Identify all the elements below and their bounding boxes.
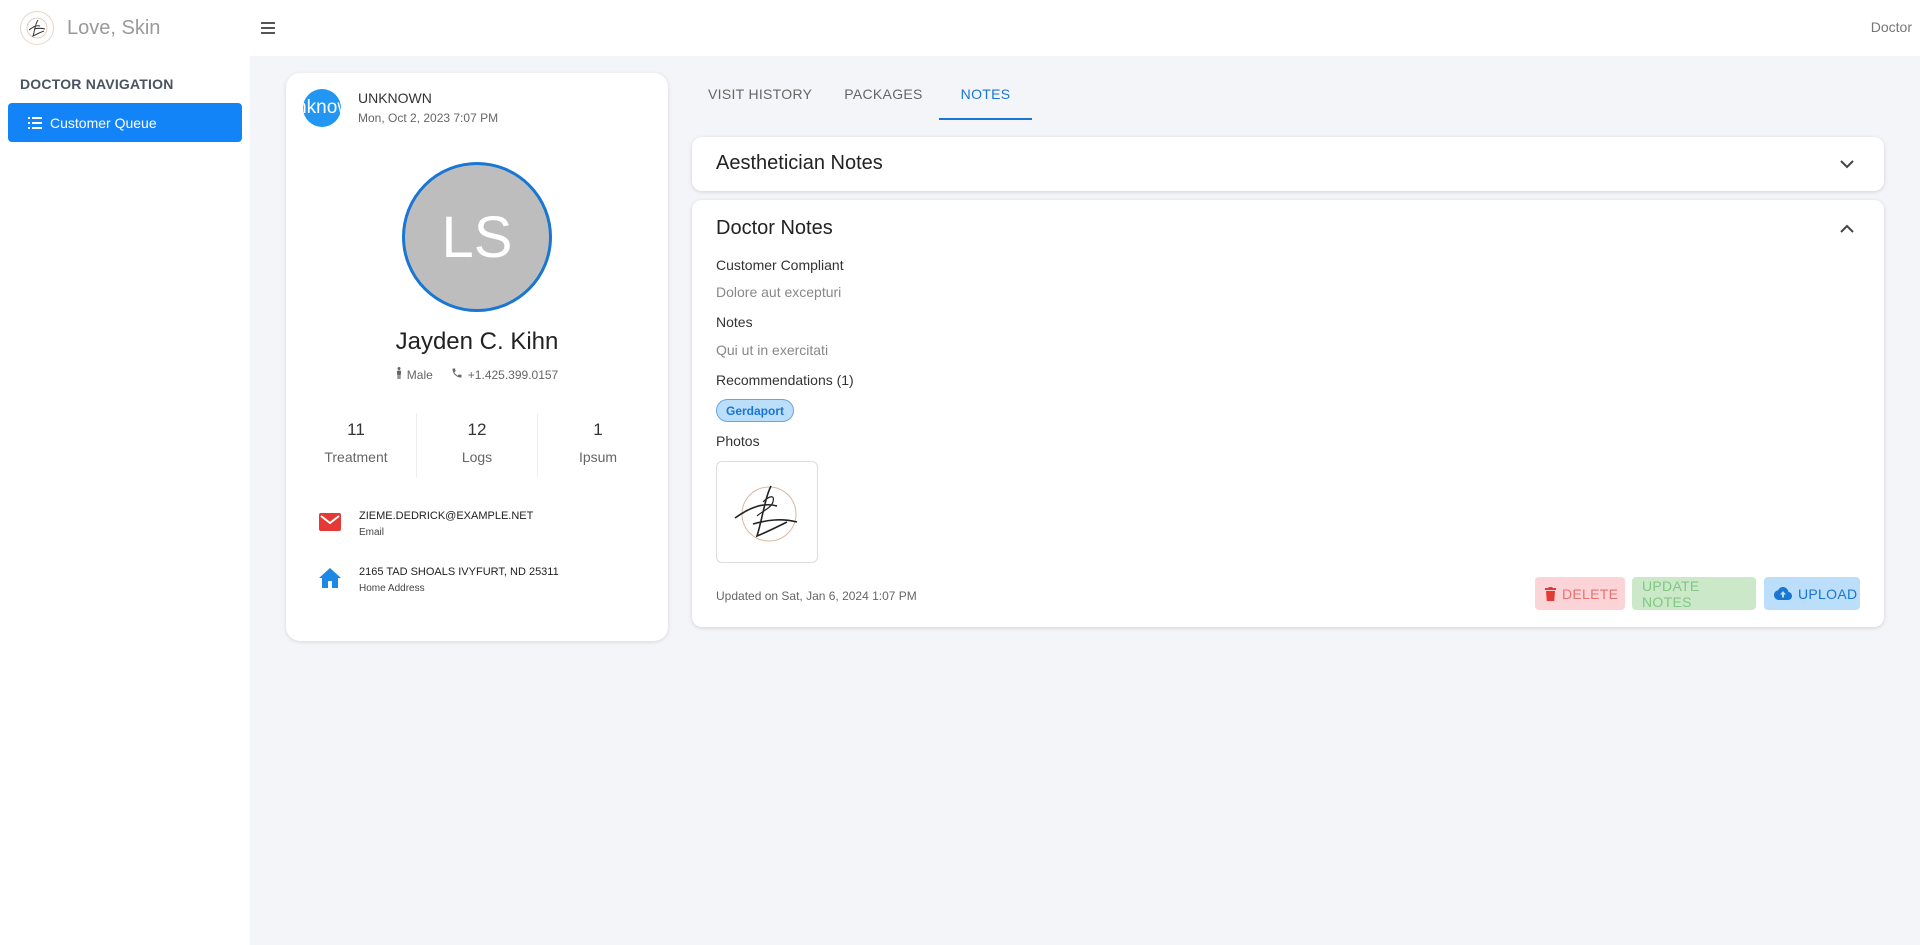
doctor-notes-title[interactable]: Doctor Notes [716,217,833,240]
tab-packages[interactable]: PACKAGES [828,80,938,120]
home-icon [318,566,342,590]
logo-image-icon [734,485,798,542]
photos-label: Photos [716,433,760,449]
gender-text: Male [406,367,433,382]
phone-icon [451,367,463,382]
aesthetician-notes-title: Aesthetician Notes [716,152,883,174]
address-value: 2165 TAD SHOALS IVYFURT, ND 25311 [359,566,559,578]
brand-logo-icon [20,11,54,45]
tab-notes[interactable]: NOTES [938,80,1033,120]
sidebar-item-customer-queue[interactable]: Customer Queue [8,103,242,142]
stat-ipsum: 1 Ipsum [538,413,658,477]
delete-button-label: DELETE [1562,585,1619,602]
email-value[interactable]: ZIEME.DEDRICK@EXAMPLE.NET [359,510,533,522]
customer-profile-card: Unknown UNKNOWN Mon, Oct 2, 2023 7:07 PM… [286,73,668,641]
user-role[interactable]: Doctor [1871,19,1912,35]
recommendations-label: Recommendations (1) [716,372,854,388]
complaint-value: Dolore aut excepturi [716,284,842,300]
stat-label: Logs [461,449,493,465]
customer-stats: 11 Treatment 12 Logs 1 Ipsum [296,413,658,477]
customer-avatar: LS [402,162,552,312]
stat-value: 1 [593,420,603,439]
complaint-label: Customer Compliant [716,257,844,273]
address-label: Home Address [359,583,425,594]
male-icon [396,367,402,382]
gender-item: Male [396,367,433,382]
tab-visit-history[interactable]: VISIT HISTORY [692,80,828,120]
doctor-notes-panel: Doctor Notes Customer Compliant Dolore a… [692,200,1884,627]
aesthetician-notes-panel[interactable]: Aesthetician Notes [692,137,1884,191]
chevron-down-icon[interactable] [1838,155,1856,173]
customer-tabs: VISIT HISTORY PACKAGES NOTES [692,80,1033,120]
upload-button-label: UPLOAD [1798,585,1858,602]
update-notes-button[interactable]: UPDATE NOTES [1632,577,1756,610]
source-date: Mon, Oct 2, 2023 7:07 PM [358,111,499,125]
list-icon [28,116,42,129]
stat-label: Ipsum [578,449,618,465]
sidebar-heading: DOCTOR NAVIGATION [20,76,174,92]
stat-value: 11 [347,420,365,439]
chevron-up-icon[interactable] [1838,219,1856,237]
customer-name: Jayden C. Kihn [395,328,559,355]
delete-button[interactable]: DELETE [1535,577,1625,610]
phone-item: +1.425.399.0157 [451,367,558,382]
menu-toggle-icon[interactable] [256,16,280,40]
sidebar: DOCTOR NAVIGATION Customer Queue [0,56,250,945]
source-avatar: Unknown [303,89,341,127]
stat-label: Treatment [324,449,388,465]
customer-meta: Male +1.425.399.0157 [286,367,668,382]
email-icon [318,510,342,534]
upload-button[interactable]: UPLOAD [1764,577,1860,610]
phone-text: +1.425.399.0157 [467,367,559,382]
address-row: 2165 TAD SHOALS IVYFURT, ND 25311 Home A… [318,566,559,594]
recommendation-chip[interactable]: Gerdaport [716,399,795,422]
updated-timestamp: Updated on Sat, Jan 6, 2024 1:07 PM [716,589,917,603]
source-name: UNKNOWN [358,90,432,106]
top-app-bar: Love, Skin Doctor [0,0,1920,56]
app-title: Love, Skin [67,16,161,39]
sidebar-item-label: Customer Queue [50,114,157,131]
stat-treatment: 11 Treatment [296,413,417,477]
email-row: ZIEME.DEDRICK@EXAMPLE.NET Email [318,510,533,538]
stat-logs: 12 Logs [417,413,538,477]
cloud-upload-icon [1774,587,1792,600]
stat-value: 12 [467,420,487,439]
update-notes-button-label: UPDATE NOTES [1642,577,1700,610]
brand[interactable]: Love, Skin [0,11,250,45]
photo-thumbnail[interactable] [716,461,818,563]
notes-label: Notes [716,314,753,330]
trash-icon [1545,586,1556,601]
email-label: Email [359,527,385,538]
notes-value: Qui ut in exercitati [716,342,829,358]
